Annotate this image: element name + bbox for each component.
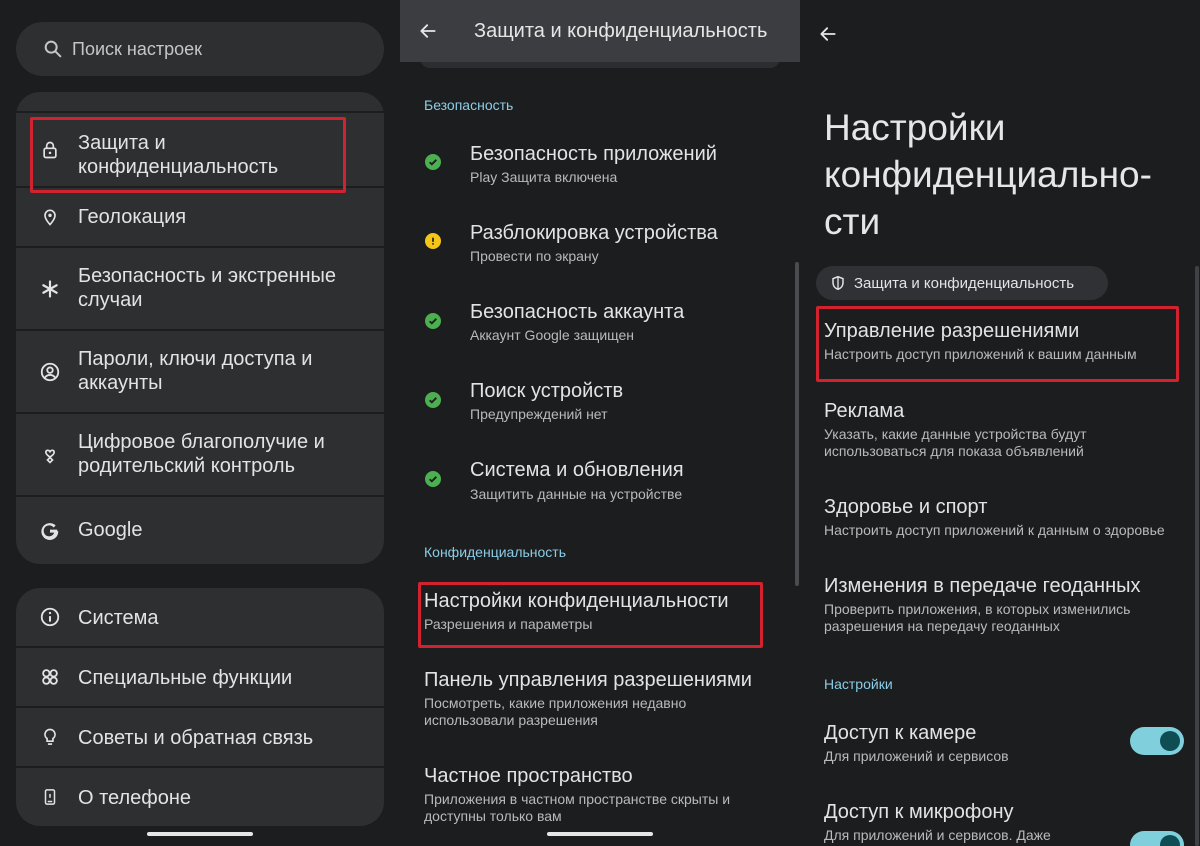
settings-group-2: Система Специальные функции Советы и обр… — [16, 588, 384, 826]
item-title: Здоровье и спорт — [824, 496, 988, 518]
microphone-access-toggle[interactable] — [1130, 831, 1184, 846]
settings-item-safety-emergency[interactable]: Безопасность и экстренные случаи — [16, 248, 384, 329]
section-header-privacy: Конфиденциальность — [424, 544, 567, 560]
item-title: Частное пространство — [424, 765, 633, 787]
google-g-icon — [38, 519, 62, 543]
settings-item-label: Пароли, ключи доступа и — [78, 348, 313, 370]
privacy-settings-panel: Настройки конфиденциально- сти Защита и … — [800, 0, 1200, 846]
settings-item-label: Цифровое благополучие и — [78, 431, 325, 453]
item-subtitle: Проверить приложения, в которых изменили… — [824, 601, 1131, 617]
camera-access-toggle[interactable] — [1130, 727, 1184, 755]
toggle-knob — [1160, 731, 1180, 751]
item-subtitle-line2: использовали разрешения — [424, 712, 598, 728]
scrollbar[interactable] — [795, 262, 799, 586]
item-subtitle: Для приложений и сервисов. Даже — [824, 827, 1051, 843]
section-header-security: Безопасность — [424, 97, 514, 113]
lightbulb-icon — [38, 725, 62, 749]
settings-item-tips-feedback[interactable]: Советы и обратная связь — [16, 708, 384, 766]
settings-item-google[interactable]: Google — [16, 497, 384, 564]
search-placeholder: Поиск настроек — [72, 38, 202, 59]
settings-main-panel: Поиск настроек Защита и конфиденциальнос… — [0, 0, 400, 846]
search-settings-bar[interactable]: Поиск настроек — [16, 22, 384, 76]
warning-circle-icon — [425, 233, 441, 249]
breadcrumb-chip[interactable]: Защита и конфиденциальность — [816, 266, 1108, 300]
section-header-settings: Настройки — [824, 676, 893, 692]
phone-icon — [38, 785, 62, 809]
page-title: Настройки конфиденциально- сти — [824, 104, 1152, 245]
item-title: Система и обновления — [470, 459, 684, 481]
settings-item-digital-wellbeing[interactable]: Цифровое благополучие и родительский кон… — [16, 414, 384, 495]
item-subtitle: Указать, какие данные устройства будут — [824, 426, 1087, 442]
settings-item-label: Система — [78, 607, 159, 629]
item-title: Реклама — [824, 400, 905, 422]
check-circle-icon — [425, 471, 441, 487]
highlight-box — [816, 306, 1179, 382]
search-icon — [44, 40, 62, 58]
item-title: Поиск устройств — [470, 380, 624, 402]
accessibility-icon — [38, 665, 62, 689]
security-privacy-panel: Защита и конфиденциальность Безопасность… — [400, 0, 800, 846]
wellbeing-heart-icon — [38, 443, 62, 467]
settings-item-accessibility[interactable]: Специальные функции — [16, 648, 384, 706]
item-subtitle: Аккаунт Google защищен — [470, 327, 635, 343]
settings-item-system[interactable]: Система — [16, 588, 384, 646]
highlight-box — [30, 117, 346, 193]
settings-item-about-phone[interactable]: О телефоне — [16, 768, 384, 826]
check-circle-icon — [425, 392, 441, 408]
scrollbar[interactable] — [1195, 266, 1199, 846]
item-title: Доступ к микрофону — [824, 801, 1014, 823]
item-subtitle: Провести по экрану — [470, 248, 599, 264]
item-title: Разблокировка устройства — [470, 222, 718, 244]
item-title: Безопасность аккаунта — [470, 301, 685, 323]
item-title: Доступ к камере — [824, 722, 977, 744]
item-subtitle-line2: доступны только вам — [424, 808, 562, 824]
item-title: Изменения в передаче геоданных — [824, 575, 1141, 597]
highlight-box — [418, 582, 763, 648]
item-subtitle: Play Защита включена — [470, 169, 618, 185]
check-circle-icon — [425, 313, 441, 329]
settings-item-label: О телефоне — [78, 787, 192, 809]
info-icon — [38, 605, 62, 629]
account-circle-icon — [38, 360, 62, 384]
item-subtitle-line2: использоваться для показа объявлений — [824, 443, 1084, 459]
shield-icon — [832, 275, 844, 291]
gesture-nav-bar[interactable] — [547, 832, 653, 836]
page-title: Защита и конфиденциальность — [474, 20, 768, 42]
item-subtitle: Настроить доступ приложений к данным о з… — [824, 522, 1165, 538]
check-circle-icon — [425, 154, 441, 170]
top-app-bar: Защита и конфиденциальность — [400, 0, 800, 62]
list-item-partial — [16, 92, 384, 111]
gesture-nav-bar[interactable] — [147, 832, 253, 836]
item-subtitle: Предупреждений нет — [470, 406, 608, 422]
item-title: Панель управления разрешениями — [424, 669, 752, 691]
location-pin-icon — [38, 205, 62, 229]
item-subtitle: Посмотреть, какие приложения недавно — [424, 695, 687, 711]
item-subtitle-line2: разрешения на передачу геоданных — [824, 618, 1060, 634]
item-subtitle: Защитить данные на устройстве — [470, 486, 683, 502]
back-arrow-icon[interactable] — [818, 24, 838, 44]
toggle-knob — [1160, 835, 1180, 846]
back-arrow-icon[interactable] — [418, 21, 438, 41]
chip-label: Защита и конфиденциальность — [854, 274, 1075, 292]
settings-item-label-line2: аккаунты — [78, 372, 163, 394]
settings-item-label: Безопасность и экстренные — [78, 265, 337, 287]
settings-item-label: Google — [78, 519, 143, 541]
title-line-3: сти — [824, 201, 881, 242]
item-title: Безопасность приложений — [470, 143, 717, 165]
title-line-1: Настройки — [824, 107, 1006, 148]
item-subtitle: Для приложений и сервисов — [824, 748, 1009, 764]
settings-item-location[interactable]: Геолокация — [16, 188, 384, 246]
settings-item-label-line2: родительский контроль — [78, 455, 295, 477]
item-subtitle: Приложения в частном пространстве скрыты… — [424, 791, 731, 807]
settings-item-label-line2: случаи — [78, 289, 143, 311]
settings-item-label: Советы и обратная связь — [78, 727, 314, 749]
asterisk-icon — [38, 277, 62, 301]
title-line-2: конфиденциально- — [824, 154, 1152, 195]
settings-item-passwords-accounts[interactable]: Пароли, ключи доступа и аккаунты — [16, 331, 384, 412]
settings-item-label: Специальные функции — [78, 667, 293, 689]
settings-item-label: Геолокация — [78, 206, 187, 228]
